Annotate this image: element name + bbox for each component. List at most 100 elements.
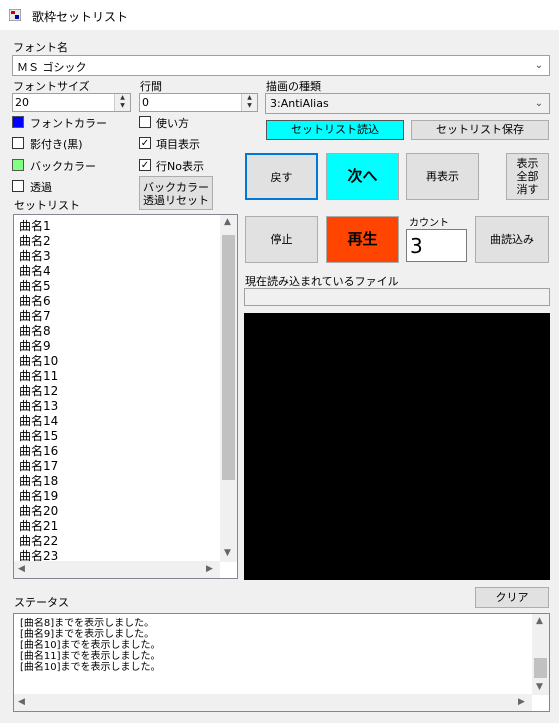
- list-item[interactable]: 曲名12: [19, 384, 58, 399]
- list-item[interactable]: 曲名21: [19, 519, 58, 534]
- list-item[interactable]: 曲名20: [19, 504, 58, 519]
- back-color-reset-button[interactable]: バックカラー透過リセット: [139, 176, 213, 210]
- load-song-button[interactable]: 曲読込み: [475, 216, 549, 263]
- list-item[interactable]: 曲名1: [19, 219, 51, 234]
- chevron-down-icon[interactable]: ⌄: [531, 94, 547, 113]
- list-item[interactable]: 曲名7: [19, 309, 51, 324]
- window-title: 歌枠セットリスト: [32, 10, 129, 24]
- play-label: 再生: [347, 230, 378, 248]
- list-item[interactable]: 曲名2: [19, 234, 51, 249]
- stop-label: 停止: [270, 233, 293, 246]
- font-name-value: ＭＳ ゴシック: [17, 61, 87, 74]
- usage-checkbox[interactable]: [139, 116, 151, 128]
- list-item[interactable]: 曲名6: [19, 294, 51, 309]
- count-value: 3: [410, 234, 423, 258]
- status-line: [曲名11]までを表示しました。: [20, 651, 161, 662]
- hide-all-label-2: 全部: [516, 170, 539, 183]
- font-name-select[interactable]: ＭＳ ゴシック ⌄: [12, 55, 550, 76]
- title-bar: 歌枠セットリスト: [0, 0, 559, 30]
- list-item[interactable]: 曲名14: [19, 414, 58, 429]
- next-button[interactable]: 次へ: [326, 153, 399, 200]
- load-song-label: 曲読込み: [490, 233, 534, 246]
- spin-up-icon[interactable]: ▲: [115, 94, 130, 102]
- hide-all-label-3: 消す: [516, 183, 539, 196]
- count-field[interactable]: 3: [406, 229, 467, 262]
- back-label: 戻す: [270, 171, 293, 184]
- spin-down-icon[interactable]: ▼: [242, 102, 257, 110]
- scroll-right-icon[interactable]: ▶: [518, 697, 525, 707]
- list-item[interactable]: 曲名10: [19, 354, 58, 369]
- scroll-down-icon[interactable]: ▼: [224, 548, 231, 558]
- list-item[interactable]: 曲名3: [19, 249, 51, 264]
- scroll-down-icon[interactable]: ▼: [536, 682, 543, 692]
- list-item[interactable]: 曲名5: [19, 279, 51, 294]
- shadow-checkbox[interactable]: [12, 137, 24, 149]
- scroll-right-icon[interactable]: ▶: [206, 564, 213, 574]
- scroll-up-icon[interactable]: ▲: [224, 217, 231, 227]
- chevron-down-icon[interactable]: ⌄: [531, 56, 547, 75]
- count-label: カウント: [409, 218, 449, 229]
- hide-all-button[interactable]: 表示 全部 消す: [506, 153, 549, 200]
- font-size-stepper[interactable]: 20 ▲ ▼: [12, 93, 131, 112]
- back-color-label[interactable]: バックカラー: [30, 158, 96, 174]
- shadow-label: 影付き(黒): [30, 138, 83, 151]
- preview-canvas: [244, 313, 550, 580]
- check-icon: ✓: [140, 160, 150, 171]
- line-spacing-value: 0: [142, 96, 149, 109]
- setlist-vertical-scrollbar[interactable]: ▲ ▼: [220, 215, 237, 562]
- list-item[interactable]: 曲名17: [19, 459, 58, 474]
- spin-down-icon[interactable]: ▼: [115, 102, 130, 110]
- clear-button[interactable]: クリア: [475, 587, 549, 608]
- transparent-label: 透過: [30, 181, 52, 194]
- font-color-label[interactable]: フォントカラー: [30, 115, 107, 131]
- check-icon: ✓: [140, 138, 150, 149]
- save-setlist-button[interactable]: セットリスト保存: [411, 120, 549, 140]
- transparent-checkbox[interactable]: [12, 180, 24, 192]
- font-color-swatch[interactable]: [12, 116, 24, 128]
- list-item[interactable]: 曲名8: [19, 324, 51, 339]
- draw-type-select[interactable]: 3:AntiAlias ⌄: [265, 93, 550, 114]
- back-button[interactable]: 戻す: [245, 153, 318, 200]
- play-button[interactable]: 再生: [326, 216, 399, 263]
- list-item[interactable]: 曲名4: [19, 264, 51, 279]
- list-item[interactable]: 曲名13: [19, 399, 58, 414]
- status-line: [曲名10]までを表示しました。: [20, 640, 161, 651]
- list-item[interactable]: 曲名11: [19, 369, 58, 384]
- scroll-thumb[interactable]: [222, 235, 235, 480]
- font-size-value: 20: [15, 96, 29, 109]
- scroll-thumb[interactable]: [534, 658, 547, 678]
- back-color-reset-label: バックカラー透過リセット: [143, 181, 209, 207]
- status-vertical-scrollbar[interactable]: ▲ ▼: [532, 614, 549, 695]
- stop-button[interactable]: 停止: [245, 216, 318, 263]
- redisplay-label: 再表示: [426, 170, 459, 183]
- status-line: [曲名8]までを表示しました。: [20, 618, 155, 629]
- list-item[interactable]: 曲名15: [19, 429, 58, 444]
- line-spacing-stepper[interactable]: 0 ▲ ▼: [139, 93, 258, 112]
- hide-all-label-1: 表示: [516, 157, 539, 170]
- status-log[interactable]: [曲名8]までを表示しました。 [曲名9]までを表示しました。 [曲名10]までを表…: [13, 613, 550, 712]
- back-color-swatch[interactable]: [12, 159, 24, 171]
- current-file-field[interactable]: [244, 288, 550, 306]
- setlist-listbox[interactable]: 曲名1 曲名2 曲名3 曲名4 曲名5 曲名6 曲名7 曲名8 曲名9 曲名10 曲名11 曲名12 曲…: [13, 214, 238, 579]
- scroll-left-icon[interactable]: ◀: [18, 697, 25, 707]
- scroll-left-icon[interactable]: ◀: [18, 564, 25, 574]
- list-item[interactable]: 曲名19: [19, 489, 58, 504]
- status-line: [曲名9]までを表示しました。: [20, 629, 155, 640]
- app-icon: [9, 9, 21, 21]
- redisplay-button[interactable]: 再表示: [406, 153, 479, 200]
- list-item[interactable]: 曲名16: [19, 444, 58, 459]
- load-setlist-button[interactable]: セットリスト読込: [266, 120, 404, 140]
- list-item[interactable]: 曲名18: [19, 474, 58, 489]
- font-name-label: フォント名: [13, 41, 68, 54]
- spin-up-icon[interactable]: ▲: [242, 94, 257, 102]
- row-no-checkbox[interactable]: ✓: [139, 159, 151, 171]
- list-item[interactable]: 曲名22: [19, 534, 58, 549]
- status-horizontal-scrollbar[interactable]: ◀ ▶: [14, 694, 532, 711]
- list-item[interactable]: 曲名9: [19, 339, 51, 354]
- load-setlist-label: セットリスト読込: [291, 123, 379, 136]
- scroll-up-icon[interactable]: ▲: [536, 616, 543, 626]
- setlist-horizontal-scrollbar[interactable]: ◀ ▶: [14, 561, 220, 578]
- item-display-label: 項目表示: [156, 138, 200, 151]
- usage-label: 使い方: [156, 117, 189, 130]
- item-display-checkbox[interactable]: ✓: [139, 137, 151, 149]
